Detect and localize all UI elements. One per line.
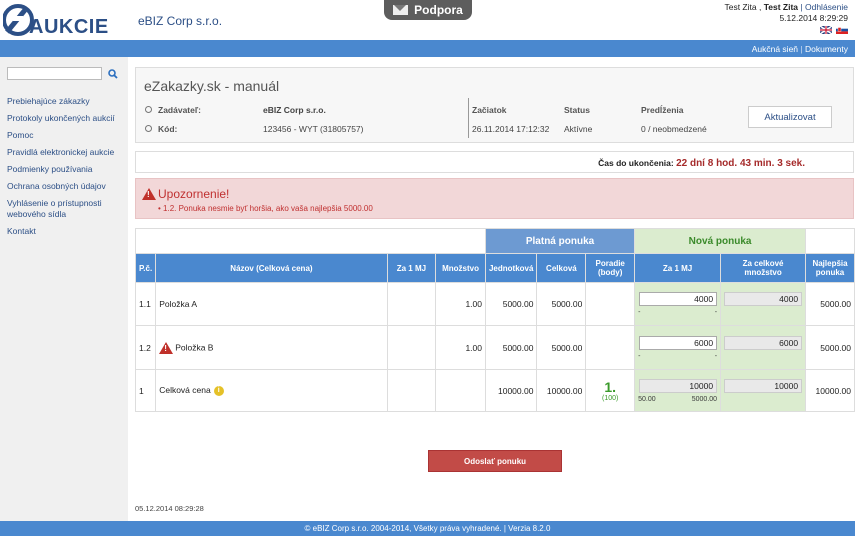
sidebar: Prebiehajúce zákazky Protokoly ukončenýc… [0, 57, 128, 521]
countdown-value: 22 dní 8 hod. 43 min. 3 sek. [676, 158, 805, 169]
support-label: Podpora [414, 3, 463, 17]
top-header: AUKCIE eBIZ Corp s.r.o. Podpora Test Zit… [0, 0, 855, 40]
col-name: Názov (Celková cena) [155, 253, 388, 283]
nav-documents[interactable]: Dokumenty [805, 44, 848, 54]
search-icon[interactable] [108, 69, 118, 79]
col-new-total: Za celkové množstvo [720, 253, 807, 283]
bid-table: Platná ponuka Nová ponuka P.č. Názov (Ce… [134, 228, 855, 412]
table-row: 1.1 Položka A 1.00 5000.00 5000.00 4000 … [134, 282, 855, 326]
sidebar-item-help[interactable]: Pomoc [7, 130, 122, 141]
user-box: Test Zita , Test Zita | Odhlásenie 5.12.… [724, 2, 848, 35]
table-row-total: 1 Celková cena i 10000.00 10000.00 1. (100… [134, 369, 855, 412]
footer: © eBIZ Corp s.r.o. 2004-2014, Všetky prá… [0, 521, 855, 536]
logout-link[interactable]: Odhlásenie [805, 2, 848, 12]
col-new-per-mj: Za 1 MJ [634, 253, 722, 283]
col-pc: P.č. [134, 253, 157, 283]
countdown-panel: Čas do ukončenia: 22 dní 8 hod. 43 min. … [135, 151, 854, 173]
new-price-input[interactable]: 6000 [639, 335, 718, 350]
warning-icon [142, 188, 156, 200]
new-price-input[interactable]: 4000 [639, 292, 718, 306]
col-unit: Jednotková [484, 253, 538, 283]
rank-value: 1. [604, 379, 617, 395]
start-value: 26.11.2014 17:12:32 [472, 124, 550, 134]
group-new-offer: Nová ponuka [634, 228, 807, 254]
user-name: Test Zita [724, 2, 757, 12]
flag-sk-icon[interactable] [836, 25, 848, 34]
start-label: Začiatok [472, 105, 507, 115]
sidebar-item-ongoing[interactable]: Prebiehajúce zákazky [7, 96, 122, 107]
warning-title: Upozornenie! [158, 187, 230, 201]
main-content: eZakazky.sk - manuál Zadávateľ: eBIZ Cor… [128, 57, 855, 521]
countdown-label: Čas do ukončenia: [598, 158, 674, 168]
sidebar-item-rules[interactable]: Pravidlá elektronickej aukcie [7, 147, 122, 158]
sidebar-item-privacy[interactable]: Ochrana osobných údajov [7, 181, 122, 192]
zadavatel-value: eBIZ Corp s.r.o. [263, 105, 326, 115]
page-title: eZakazky.sk - manuál [144, 78, 280, 94]
nav-separator: | [800, 44, 803, 54]
sidebar-item-contact[interactable]: Kontakt [7, 226, 122, 237]
kod-label: Kód: [158, 124, 178, 134]
warning-icon [159, 341, 174, 354]
page-timestamp: 05.12.2014 08:29:28 [135, 504, 204, 513]
sidebar-item-terms[interactable]: Podmienky používania [7, 164, 122, 175]
warning-message: • 1.2. Ponuka nesmie byť horšia, ako vaš… [158, 204, 373, 213]
radio-zadavatel[interactable] [145, 106, 152, 113]
radio-kod[interactable] [145, 125, 152, 132]
flag-en-icon[interactable] [819, 25, 832, 34]
sidebar-item-accessibility[interactable]: Vyhlásenie o prístupnosti webového sídla [7, 198, 122, 220]
send-offer-button[interactable]: Odoslať ponuku [428, 450, 562, 472]
sidebar-item-protocols[interactable]: Protokoly ukončených aukcií [7, 113, 122, 124]
kod-value: 123456 - WYT (31805757) [263, 124, 364, 134]
extensions-label: Predĺženia [641, 105, 684, 115]
aukcie-logo[interactable]: AUKCIE [2, 2, 127, 38]
sidebar-menu: Prebiehajúce zákazky Protokoly ukončenýc… [7, 96, 122, 243]
company-name: eBIZ Corp s.r.o. [138, 14, 223, 28]
info-icon[interactable]: i [213, 385, 224, 396]
col-total: Celková [536, 253, 587, 283]
warning-box: Upozornenie! • 1.2. Ponuka nesmie byť ho… [135, 178, 854, 219]
item-name: Položka A [155, 282, 388, 326]
new-total-field: 6000 [724, 335, 803, 350]
extensions-value: 0 / neobmedzené [641, 124, 707, 134]
col-per-mj: Za 1 MJ [386, 253, 437, 283]
envelope-icon [393, 5, 409, 15]
status-label: Status [564, 105, 590, 115]
total-name: Celková cena [159, 385, 211, 396]
table-row: 1.2 Položka B 1.00 5000.00 5000.00 6000 … [134, 325, 855, 370]
zadavatel-label: Zadávateľ: [158, 105, 201, 115]
total-price-field: 10000 [639, 378, 718, 393]
col-qty: Množstvo [435, 253, 486, 283]
total-new-total-field: 10000 [724, 378, 803, 393]
col-best: Najlepšia ponuka [805, 253, 855, 283]
divider [468, 98, 469, 138]
item-name: Položka B [175, 341, 214, 352]
group-valid-offer: Platná ponuka [484, 228, 636, 254]
nav-bar: Aukčná sieň | Dokumenty [0, 40, 855, 57]
rank-points: (100) [602, 395, 619, 402]
logo-text: AUKCIE [29, 16, 109, 38]
search-input[interactable] [7, 67, 102, 80]
header-datetime: 5.12.2014 8:29:29 [779, 13, 848, 23]
support-button[interactable]: Podpora [384, 0, 472, 20]
user-name-bold: Test Zita [763, 2, 799, 12]
new-total-field: 4000 [724, 292, 803, 306]
update-button[interactable]: Aktualizovat [748, 106, 832, 128]
nav-auction-hall[interactable]: Aukčná sieň [752, 44, 798, 54]
auction-info-panel: eZakazky.sk - manuál Zadávateľ: eBIZ Cor… [135, 67, 854, 143]
col-rank: Poradie (body) [585, 253, 636, 283]
status-value: Aktívne [564, 124, 593, 134]
